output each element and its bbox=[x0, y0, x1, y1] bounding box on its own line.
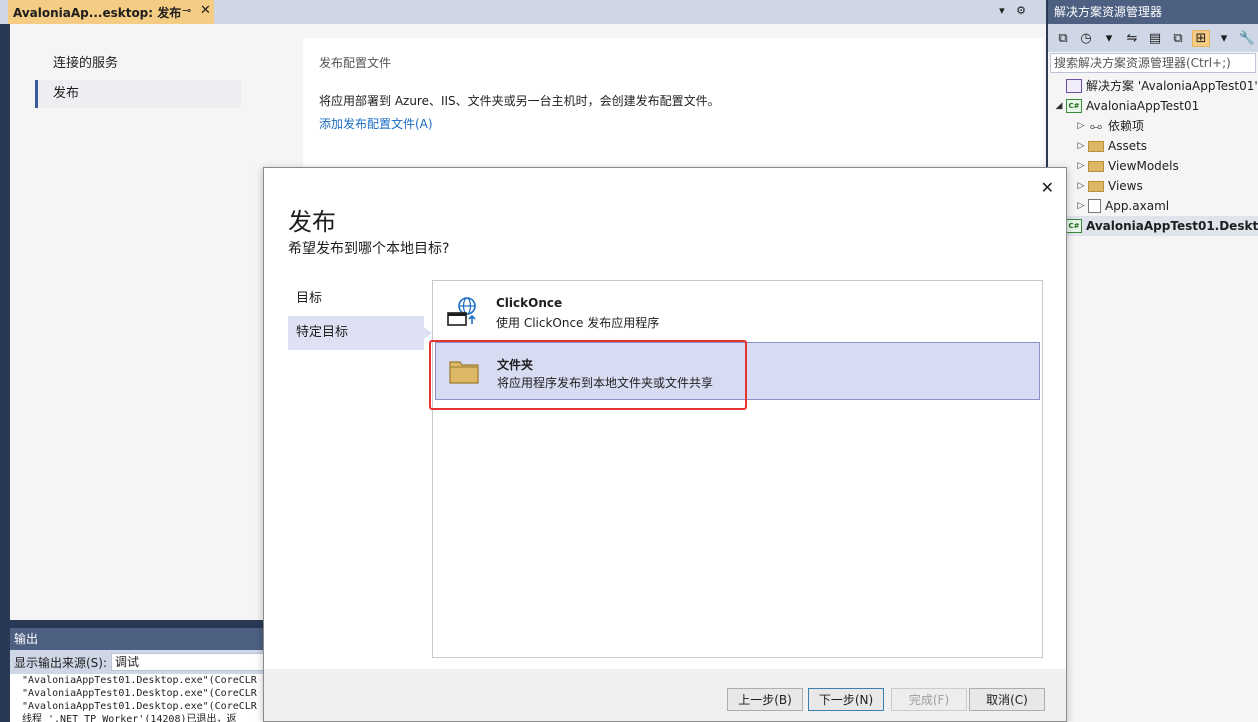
output-line: "AvaloniaAppTest01.Desktop.exe"(CoreCLR bbox=[22, 701, 257, 712]
track-active-item-icon[interactable]: ⊞ bbox=[1192, 29, 1210, 47]
sync-icon[interactable]: ⇋ bbox=[1123, 31, 1141, 46]
target-item-clickonce[interactable]: ClickOnce 使用 ClickOnce 发布应用程序 bbox=[435, 283, 1040, 341]
dialog-step-nav: 目标 特定目标 bbox=[288, 282, 432, 350]
properties-wrench-icon[interactable]: 🔧 bbox=[1238, 31, 1256, 46]
document-tab-publish[interactable]: AvaloniaAp...esktop: 发布 ⊸ ✕ bbox=[8, 0, 214, 24]
pin-icon[interactable]: ⊸ bbox=[182, 4, 191, 17]
finish-button[interactable]: 完成(F) bbox=[891, 688, 967, 711]
show-all-files-icon[interactable]: ⧉ bbox=[1169, 31, 1187, 46]
target-description: 将应用程序发布到本地文件夹或文件共享 bbox=[497, 376, 714, 390]
tree-item-views[interactable]: ▷ Views bbox=[1048, 176, 1258, 196]
collapse-all-icon[interactable]: ▤ bbox=[1146, 31, 1164, 46]
target-description: 使用 ClickOnce 发布应用程序 bbox=[496, 316, 660, 330]
folder-icon bbox=[1088, 181, 1104, 192]
expander-icon[interactable]: ◢ bbox=[1052, 96, 1066, 116]
output-toolbar: 显示输出来源(S): 调试 bbox=[10, 650, 264, 674]
document-tab-label: AvaloniaAp...esktop: 发布 bbox=[13, 5, 182, 20]
output-line: "AvaloniaAppTest01.Desktop.exe"(CoreCLR bbox=[22, 675, 257, 686]
switch-views-icon[interactable]: ⧉ bbox=[1054, 31, 1072, 46]
target-name: 文件夹 bbox=[497, 358, 534, 372]
tab-overflow-icon[interactable]: ▾ ⚙ bbox=[999, 4, 1030, 17]
profile-card-description: 将应用部署到 Azure、IIS、文件夹或另一台主机时，会创建发布配置文件。 bbox=[319, 94, 720, 108]
dependencies-icon: ⧟ bbox=[1089, 119, 1102, 133]
tree-item-solution[interactable]: 解决方案 'AvaloniaAppTest01' bbox=[1048, 76, 1258, 96]
folder-icon bbox=[1088, 141, 1104, 152]
cancel-button[interactable]: 取消(C) bbox=[969, 688, 1045, 711]
target-item-folder[interactable]: 文件夹 将应用程序发布到本地文件夹或文件共享 bbox=[435, 342, 1040, 400]
solution-explorer-title: 解决方案资源管理器 bbox=[1048, 0, 1258, 24]
solution-tree: 解决方案 'AvaloniaAppTest01' ◢ C# AvaloniaAp… bbox=[1048, 76, 1258, 236]
tree-item-label: Assets bbox=[1108, 139, 1148, 153]
tree-item-assets[interactable]: ▷ Assets bbox=[1048, 136, 1258, 156]
output-source-label: 显示输出来源(S): bbox=[14, 655, 108, 670]
dialog-footer: 上一步(B) 下一步(N) 完成(F) 取消(C) bbox=[264, 669, 1066, 721]
dialog-subtitle: 希望发布到哪个本地目标? bbox=[288, 241, 450, 257]
add-publish-profile-link[interactable]: 添加发布配置文件(A) bbox=[319, 115, 433, 132]
tree-item-desktop-project[interactable]: C# AvaloniaAppTest01.Deskt bbox=[1048, 216, 1258, 236]
expander-icon[interactable]: ▷ bbox=[1074, 156, 1088, 176]
output-panel-title: 输出 bbox=[10, 628, 264, 650]
dialog-title: 发布 bbox=[288, 208, 336, 236]
solution-icon bbox=[1066, 79, 1082, 93]
target-list: ClickOnce 使用 ClickOnce 发布应用程序 文件夹 将应用程序发… bbox=[432, 280, 1043, 658]
expander-icon[interactable]: ▷ bbox=[1074, 176, 1088, 196]
folder-icon bbox=[449, 361, 479, 384]
document-tab-strip: AvaloniaAp...esktop: 发布 ⊸ ✕ ▾ ⚙ bbox=[0, 0, 1046, 24]
expander-icon[interactable]: ▷ bbox=[1074, 116, 1088, 136]
expander-icon[interactable]: ▷ bbox=[1074, 196, 1088, 216]
profile-card-title: 发布配置文件 bbox=[319, 56, 392, 70]
tree-item-label: 解决方案 'AvaloniaAppTest01' bbox=[1086, 79, 1258, 93]
close-icon[interactable]: ✕ bbox=[1041, 178, 1054, 197]
next-button[interactable]: 下一步(N) bbox=[808, 688, 884, 711]
publish-dialog: ✕ 发布 希望发布到哪个本地目标? 目标 特定目标 ClickOnce 使用 C… bbox=[263, 167, 1067, 722]
output-panel: 输出 显示输出来源(S): 调试 "AvaloniaAppTest01.Desk… bbox=[10, 628, 264, 722]
target-name: ClickOnce bbox=[496, 296, 563, 310]
output-text[interactable]: "AvaloniaAppTest01.Desktop.exe"(CoreCLR … bbox=[10, 674, 264, 722]
output-line: 线程 '.NET TP Worker'(14208)已退出，返 bbox=[22, 714, 237, 722]
tree-item-viewmodels[interactable]: ▷ ViewModels bbox=[1048, 156, 1258, 176]
tree-item-label: 依赖项 bbox=[1108, 119, 1145, 133]
folder-icon bbox=[1088, 161, 1104, 172]
step-specific-target[interactable]: 特定目标 bbox=[288, 316, 432, 350]
back-button[interactable]: 上一步(B) bbox=[727, 688, 803, 711]
csharp-project-icon: C# bbox=[1066, 99, 1082, 113]
history-icon[interactable]: ◷ bbox=[1077, 31, 1095, 46]
chevron-down-icon[interactable]: ▾ bbox=[1215, 31, 1233, 46]
tree-item-dependencies[interactable]: ▷ ⧟ 依赖项 bbox=[1048, 116, 1258, 136]
step-target[interactable]: 目标 bbox=[288, 282, 424, 316]
csharp-project-icon: C# bbox=[1066, 219, 1082, 233]
expander-icon[interactable]: ▷ bbox=[1074, 136, 1088, 156]
tree-item-label: Views bbox=[1108, 179, 1143, 193]
file-icon bbox=[1088, 199, 1101, 213]
clickonce-icon bbox=[447, 297, 476, 326]
output-source-select[interactable]: 调试 bbox=[111, 653, 264, 671]
chevron-down-icon[interactable]: ▾ bbox=[1100, 31, 1118, 46]
tree-item-label: AvaloniaAppTest01 bbox=[1086, 99, 1200, 113]
output-line: "AvaloniaAppTest01.Desktop.exe"(CoreCLR bbox=[22, 688, 257, 699]
nav-item-publish[interactable]: 发布 bbox=[35, 80, 241, 108]
tree-item-app-axaml[interactable]: ▷ App.axaml bbox=[1048, 196, 1258, 216]
tree-item-project[interactable]: ◢ C# AvaloniaAppTest01 bbox=[1048, 96, 1258, 116]
solution-search-input[interactable]: 搜索解决方案资源管理器(Ctrl+;) bbox=[1050, 53, 1256, 73]
tree-item-label: App.axaml bbox=[1105, 199, 1170, 213]
tree-item-label: ViewModels bbox=[1108, 159, 1179, 173]
nav-item-connected-services[interactable]: 连接的服务 bbox=[35, 50, 241, 78]
close-icon[interactable]: ✕ bbox=[200, 3, 211, 18]
solution-explorer: 解决方案资源管理器 ⧉ ◷ ▾ ⇋ ▤ ⧉ ⊞ ▾ 🔧 搜索解决方案资源管理器(… bbox=[1048, 0, 1258, 722]
solution-explorer-toolbar: ⧉ ◷ ▾ ⇋ ▤ ⧉ ⊞ ▾ 🔧 bbox=[1048, 24, 1258, 52]
tree-item-label: AvaloniaAppTest01.Deskt bbox=[1086, 219, 1258, 233]
